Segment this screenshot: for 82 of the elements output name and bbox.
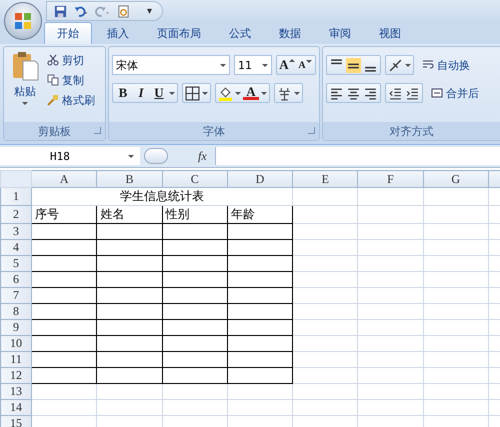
column-header[interactable]: C — [162, 170, 228, 188]
column-header[interactable]: G — [423, 170, 488, 188]
row-header[interactable]: 7 — [0, 288, 32, 304]
row-header[interactable]: 1 — [0, 188, 32, 206]
shrink-font-button[interactable]: A — [297, 57, 313, 73]
cut-button[interactable]: 剪切 — [47, 51, 95, 69]
ribbon-tab[interactable]: 页面布局 — [144, 22, 214, 44]
table-title-cell: 学生信息统计表 — [32, 188, 293, 206]
increase-indent-icon[interactable] — [405, 86, 420, 100]
print-preview-icon[interactable] — [116, 4, 131, 18]
italic-button[interactable]: I — [133, 85, 149, 101]
phonetic-guide-icon[interactable] — [277, 86, 292, 100]
save-icon[interactable] — [53, 4, 68, 18]
formula-input-field[interactable] — [214, 147, 500, 165]
borders-icon[interactable] — [185, 86, 200, 100]
office-button[interactable] — [4, 2, 42, 40]
wrap-text-icon — [422, 59, 434, 71]
row-header[interactable]: 12 — [0, 368, 32, 384]
row-header[interactable]: 13 — [0, 384, 32, 400]
bold-button[interactable]: B — [115, 85, 131, 101]
text-orientation-icon[interactable] — [388, 58, 403, 72]
horizontal-align-icon[interactable] — [363, 86, 378, 100]
row-header[interactable]: 8 — [0, 304, 32, 320]
splitter-handle[interactable] — [144, 148, 168, 164]
paintbrush-icon — [47, 94, 59, 106]
row-header[interactable]: 14 — [0, 400, 32, 416]
column-header[interactable]: D — [227, 170, 293, 188]
caret-icon[interactable] — [202, 92, 208, 94]
column-header[interactable]: F — [358, 170, 424, 188]
header-cell: 性别 — [162, 206, 228, 224]
row-header[interactable]: 3 — [0, 224, 32, 240]
ribbon-tab[interactable]: 数据 — [266, 22, 314, 44]
row-header[interactable]: 15 — [0, 416, 32, 427]
vertical-align-icon[interactable] — [346, 58, 361, 72]
horizontal-align-icon[interactable] — [346, 86, 361, 100]
ribbon-tab[interactable]: 审阅 — [316, 22, 364, 44]
group-label: 对齐方式 — [390, 124, 434, 138]
row-header[interactable]: 5 — [0, 256, 32, 272]
row-header[interactable]: 6 — [0, 272, 32, 288]
header-cell: 年龄 — [227, 206, 293, 224]
ribbon-tab[interactable]: 插入 — [94, 22, 142, 44]
column-header[interactable]: A — [32, 170, 97, 188]
group-label: 字体 — [203, 124, 225, 138]
scissors-icon — [47, 54, 59, 66]
copy-icon — [47, 74, 59, 86]
paste-button[interactable]: 粘贴 — [7, 51, 43, 122]
customize-menu-icon[interactable]: ▾ — [147, 6, 152, 16]
format-painter-button[interactable]: 格式刷 — [47, 91, 95, 109]
decrease-indent-icon[interactable] — [388, 86, 403, 100]
underline-button[interactable]: U — [151, 85, 167, 101]
clipboard-icon — [11, 51, 39, 81]
group-label: 剪贴板 — [38, 124, 71, 138]
caret-icon[interactable] — [261, 92, 267, 94]
horizontal-align-icon[interactable] — [329, 86, 344, 100]
ribbon-tab[interactable]: 开始 — [44, 22, 92, 44]
row-header[interactable]: 2 — [0, 206, 32, 224]
undo-icon[interactable] — [74, 4, 89, 18]
row-header[interactable]: 11 — [0, 352, 32, 368]
font-size-field[interactable]: 11 — [234, 55, 272, 75]
merge-center-button[interactable]: 合并后 — [431, 84, 479, 102]
merge-cells-icon — [431, 87, 443, 99]
caret-icon[interactable] — [235, 92, 241, 94]
grow-font-button[interactable]: A — [279, 57, 295, 73]
column-header[interactable]: B — [96, 170, 162, 188]
fill-color-icon[interactable] — [218, 86, 233, 100]
wrap-text-button[interactable]: 自动换 — [422, 56, 470, 74]
ribbon-tab[interactable]: 视图 — [366, 22, 414, 44]
caret-icon[interactable] — [405, 64, 411, 66]
row-header[interactable]: 10 — [0, 336, 32, 352]
row-header[interactable]: 4 — [0, 240, 32, 256]
ribbon-tab[interactable]: 公式 — [216, 22, 264, 44]
column-header[interactable]: E — [292, 170, 358, 188]
font-name-field[interactable]: 宋体 — [112, 55, 230, 75]
office-logo-icon — [13, 11, 33, 31]
caret-icon[interactable] — [294, 92, 300, 94]
name-box[interactable]: H18 — [0, 147, 140, 165]
row-header[interactable]: 9 — [0, 320, 32, 336]
header-cell: 序号 — [32, 206, 97, 224]
copy-button[interactable]: 复制 — [47, 71, 95, 89]
caret-icon[interactable] — [169, 92, 175, 94]
header-cell: 姓名 — [96, 206, 162, 224]
insert-function-button[interactable]: fx — [198, 148, 207, 164]
